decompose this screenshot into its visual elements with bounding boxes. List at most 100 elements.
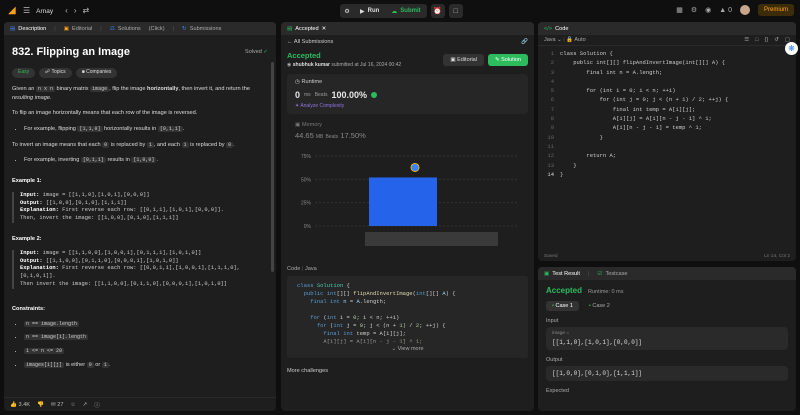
- statement-2: To flip an image horizontally means that…: [12, 110, 198, 117]
- submit-button[interactable]: ☁ Submit: [385, 4, 426, 18]
- solution-button[interactable]: ✎ Solution: [487, 53, 528, 66]
- auto-mode-toggle[interactable]: 🔒 Auto: [566, 37, 585, 43]
- line-number: 4: [550, 77, 554, 85]
- example-1-heading: Example 1:: [12, 178, 42, 185]
- submissions-icon: ↻: [182, 25, 187, 32]
- list-item: For example, inverting [0,1,1] results i…: [24, 156, 268, 165]
- tab-submissions[interactable]: ↻ Submissions: [182, 26, 221, 32]
- submission-meta: ◉ shubhuk kumar submitted at Jul 16, 202…: [287, 62, 402, 68]
- result-icon: ▣: [544, 270, 550, 277]
- topics-button[interactable]: ☍ Topics: [39, 68, 72, 78]
- input-value-box: image = [[1,1,0],[1,0,1],[0,0,0]]: [546, 327, 788, 350]
- format-icon[interactable]: ☰: [744, 37, 749, 43]
- constraint-item: n == image[i].length: [24, 333, 268, 342]
- line-number: 13: [547, 161, 554, 169]
- link-icon[interactable]: 🔗: [521, 39, 528, 45]
- line-number: 8: [550, 115, 554, 123]
- chart-bar[interactable]: [369, 177, 437, 226]
- reset-icon[interactable]: ↺: [774, 37, 779, 43]
- code-line: }: [560, 170, 564, 178]
- like-button[interactable]: 👍 3.4K: [10, 402, 30, 408]
- code-source[interactable]: class Solution { public int[][] flipAndI…: [560, 49, 728, 179]
- problem-title[interactable]: 832. Flipping an Image: [12, 44, 130, 61]
- avatar[interactable]: [739, 5, 750, 15]
- companies-button[interactable]: ■ Companies: [75, 68, 118, 78]
- code-line: final int temp = A[i][j];: [560, 105, 696, 113]
- share-icon[interactable]: ↗: [83, 402, 88, 408]
- test-result-panel: ▣ Test Result | ☑ Testcase Accepted Runtime…: [538, 267, 796, 411]
- memory-icon: ▣: [295, 122, 301, 128]
- runtime-card[interactable]: ◷ Runtime 0 ms Beats 100.00% ✦ Analyze Comp…: [287, 74, 528, 114]
- problem-list-icon[interactable]: ☰: [23, 6, 30, 16]
- editorial-button[interactable]: ▣ Editorial: [443, 53, 484, 66]
- tab-description[interactable]: ▤ Description: [10, 26, 46, 32]
- code-section-header: Code | Java: [287, 266, 317, 272]
- tab-test-result[interactable]: ▣ Test Result: [544, 271, 580, 277]
- line-number: 6: [550, 96, 554, 104]
- code-line: class Solution {: [560, 50, 613, 57]
- y-tick-label: 0%: [304, 224, 312, 230]
- run-button[interactable]: ▶ Run: [354, 4, 385, 18]
- y-tick-label: 75%: [301, 154, 312, 160]
- tab-solutions[interactable]: ⚖ Solutions: [110, 26, 141, 32]
- line-numbers: 1 2 3 4 5 6 7 8 9 10 11 12 13 14: [538, 49, 560, 179]
- braces-icon[interactable]: {}: [765, 37, 769, 43]
- scrollbar[interactable]: [271, 62, 274, 272]
- bookmark-icon[interactable]: □: [755, 37, 758, 43]
- next-problem-icon[interactable]: ›: [74, 6, 77, 16]
- help-icon[interactable]: ⓘ: [94, 401, 100, 409]
- result-status: Accepted: [546, 286, 583, 295]
- runtime-value: 0: [295, 90, 301, 100]
- submitted-code: class Solution { public int[][] flipAndI…: [287, 276, 528, 358]
- line-number: 5: [550, 87, 554, 95]
- constraint-item: images[i][j] is either 0 or 1.: [24, 361, 268, 370]
- description-icon: ▤: [10, 25, 16, 32]
- notification-icon[interactable]: ◉: [705, 6, 711, 14]
- case-1-tab[interactable]: • Case 1: [546, 301, 579, 311]
- submission-status: Accepted: [287, 51, 321, 60]
- language-select[interactable]: Java ⌄: [544, 37, 562, 43]
- tab-code[interactable]: </> Code: [544, 26, 568, 32]
- timer-icon[interactable]: ⏰: [430, 4, 445, 18]
- statement-1: Given an n x n binary matrix image, flip…: [12, 85, 250, 101]
- code-editor-panel: </> Code Java ⌄ | 🔒 Auto ☰ □ {} ↺ ▢ 12345…: [538, 22, 796, 261]
- chart-svg: 75% 50% 25% 0%: [301, 154, 518, 246]
- star-icon[interactable]: ☆: [71, 402, 76, 408]
- leetcode-logo-icon[interactable]: ◢: [8, 6, 17, 16]
- tab-accepted[interactable]: ▤ Accepted ✕: [287, 26, 326, 32]
- memory-card[interactable]: ▣ Memory 44.65 MB Beats 17.50%: [287, 118, 528, 144]
- code-line: A[i][j] = A[i][n - j - 1] ^ 1;: [560, 115, 712, 123]
- output-label: Output: [546, 357, 563, 363]
- beats-badge-icon: [371, 92, 378, 98]
- problem-list-name[interactable]: Arnay: [36, 8, 53, 15]
- layout-icon[interactable]: ▦: [676, 6, 683, 14]
- debug-icon[interactable]: ⚙: [340, 4, 354, 18]
- case-2-tab[interactable]: • Case 2: [583, 301, 616, 311]
- dislike-icon[interactable]: 👎: [37, 402, 44, 408]
- output-value-box: [[1,0,0],[0,1,0],[1,1,1]]: [546, 366, 788, 381]
- comments-button[interactable]: ✉ 27: [51, 402, 63, 408]
- code-editor[interactable]: 1 2 3 4 5 6 7 8 9 10 11 12 13 14 class Solution { pub…: [538, 46, 796, 179]
- more-challenges-heading[interactable]: More challenges: [281, 362, 534, 380]
- check-icon: ✓: [263, 49, 268, 56]
- notes-icon[interactable]: □: [448, 4, 463, 18]
- assistant-icon[interactable]: ❋: [785, 42, 798, 55]
- tab-editorial[interactable]: ▣ Editorial: [64, 26, 93, 32]
- tab-testcase[interactable]: ☑ Testcase: [597, 271, 627, 277]
- solved-status: Solved ✓: [245, 49, 268, 56]
- range-slider[interactable]: [365, 232, 498, 246]
- view-more-button[interactable]: ⌄ View more: [287, 336, 528, 358]
- settings-icon[interactable]: ⚙: [691, 6, 697, 14]
- streak-icon[interactable]: ▲ 0: [719, 7, 732, 14]
- prev-problem-icon[interactable]: ‹: [65, 6, 68, 16]
- premium-button[interactable]: Premium: [757, 4, 794, 16]
- y-tick-label: 50%: [301, 177, 312, 183]
- analyze-complexity-link[interactable]: ✦ Analyze Complexity: [295, 103, 520, 109]
- shuffle-icon[interactable]: ⇄: [83, 6, 90, 16]
- close-icon[interactable]: ✕: [322, 26, 327, 32]
- code-line: return A;: [560, 152, 617, 160]
- result-runtime: Runtime: 0 ms: [588, 289, 624, 295]
- back-link[interactable]: ← All Submissions: [287, 39, 333, 45]
- code-line: public int[][] flipAndInvertImage(int[][…: [560, 59, 726, 67]
